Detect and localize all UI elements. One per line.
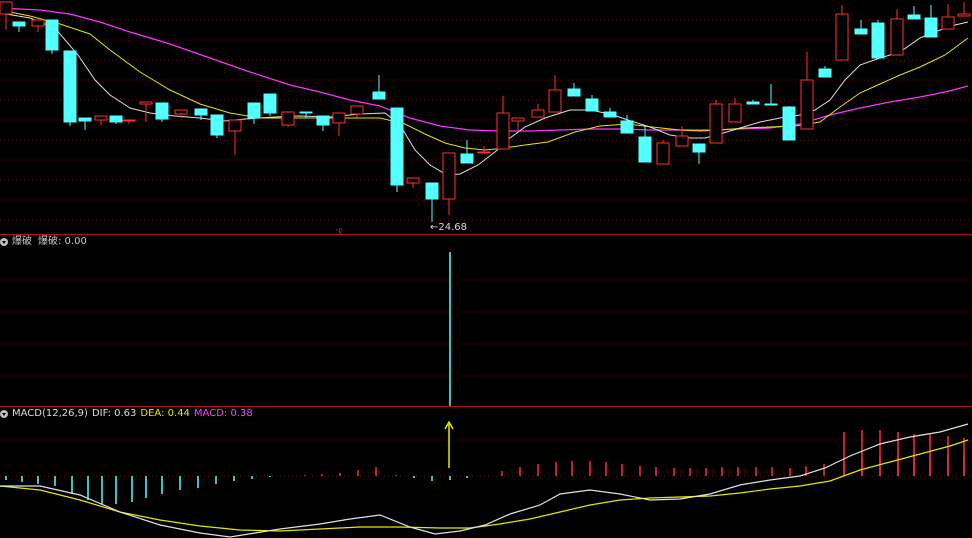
candle-body (45, 19, 59, 51)
low-price-annotation: ←24.68 (430, 222, 468, 233)
candle-body (620, 120, 634, 134)
candle-body (531, 109, 545, 118)
candle-body (800, 79, 814, 130)
candle-body (728, 103, 742, 123)
candle-body (656, 142, 670, 165)
candle-body (782, 106, 796, 141)
candle-body (675, 135, 689, 147)
candle-body (390, 107, 404, 186)
candle-body (854, 28, 868, 35)
macd-panel-header: MACD(12,26,9) DIF: 0.63 DEA: 0.44 MACD: … (0, 408, 253, 420)
candle-body (94, 115, 108, 121)
candle-body (835, 13, 849, 61)
candle-body (603, 111, 617, 118)
candle-body (890, 18, 904, 56)
macd-label: MACD: 0.38 (193, 408, 253, 419)
collapse-icon[interactable] (0, 238, 8, 246)
candle-body (692, 143, 706, 153)
candle-body (406, 177, 420, 184)
candle-body (0, 1, 13, 15)
indicator-prefix: 爆破 (12, 236, 32, 247)
candle-body (871, 22, 885, 59)
candle-body (139, 101, 153, 105)
candle-body (247, 102, 261, 119)
candle-body (548, 89, 562, 113)
macd-title: MACD(12,26,9) (12, 408, 88, 419)
stock-chart (0, 1, 972, 538)
candle-body (210, 114, 224, 136)
indicator-name: 爆破: 0.00 (38, 236, 87, 247)
collapse-icon[interactable] (0, 410, 8, 418)
candle-body (638, 136, 652, 163)
candle-body (746, 101, 760, 105)
dif-line (0, 423, 969, 538)
candle-body (155, 102, 169, 120)
candle-body (281, 111, 295, 126)
candle-body (818, 68, 832, 78)
candle-body (122, 119, 136, 122)
candle-body (109, 115, 123, 123)
dea-label: DEA: 0.44 (140, 408, 190, 419)
candle-body (174, 109, 188, 115)
candle-body (585, 98, 599, 112)
candle-body (299, 111, 313, 114)
candle-body (941, 16, 955, 30)
candle-body (263, 93, 277, 114)
candle-body (425, 182, 439, 200)
candle-body (709, 103, 723, 144)
candle-body (372, 91, 386, 100)
candle-body (316, 115, 330, 126)
candle-body (63, 50, 77, 123)
candle-body (764, 103, 778, 106)
candle-body (477, 151, 491, 154)
candle-body (907, 14, 921, 20)
candle-body (31, 19, 45, 27)
indicator-panel-header: 爆破 爆破: 0.00 (0, 236, 87, 248)
candle-body (957, 13, 971, 17)
red-marker: ℛ (336, 228, 344, 238)
candle-body (567, 88, 581, 97)
candle-body (78, 117, 92, 122)
dea-line (0, 439, 969, 532)
candle-body (12, 21, 26, 27)
dif-label: DIF: 0.63 (91, 408, 137, 419)
candle-body (350, 105, 364, 115)
candle-body (924, 17, 938, 38)
candle-body (442, 152, 456, 200)
candle-body (496, 112, 510, 150)
candle-body (460, 153, 474, 164)
candle-body (511, 117, 525, 122)
candle-body (332, 112, 346, 124)
candle-body (228, 119, 242, 132)
candle-body (194, 108, 208, 116)
